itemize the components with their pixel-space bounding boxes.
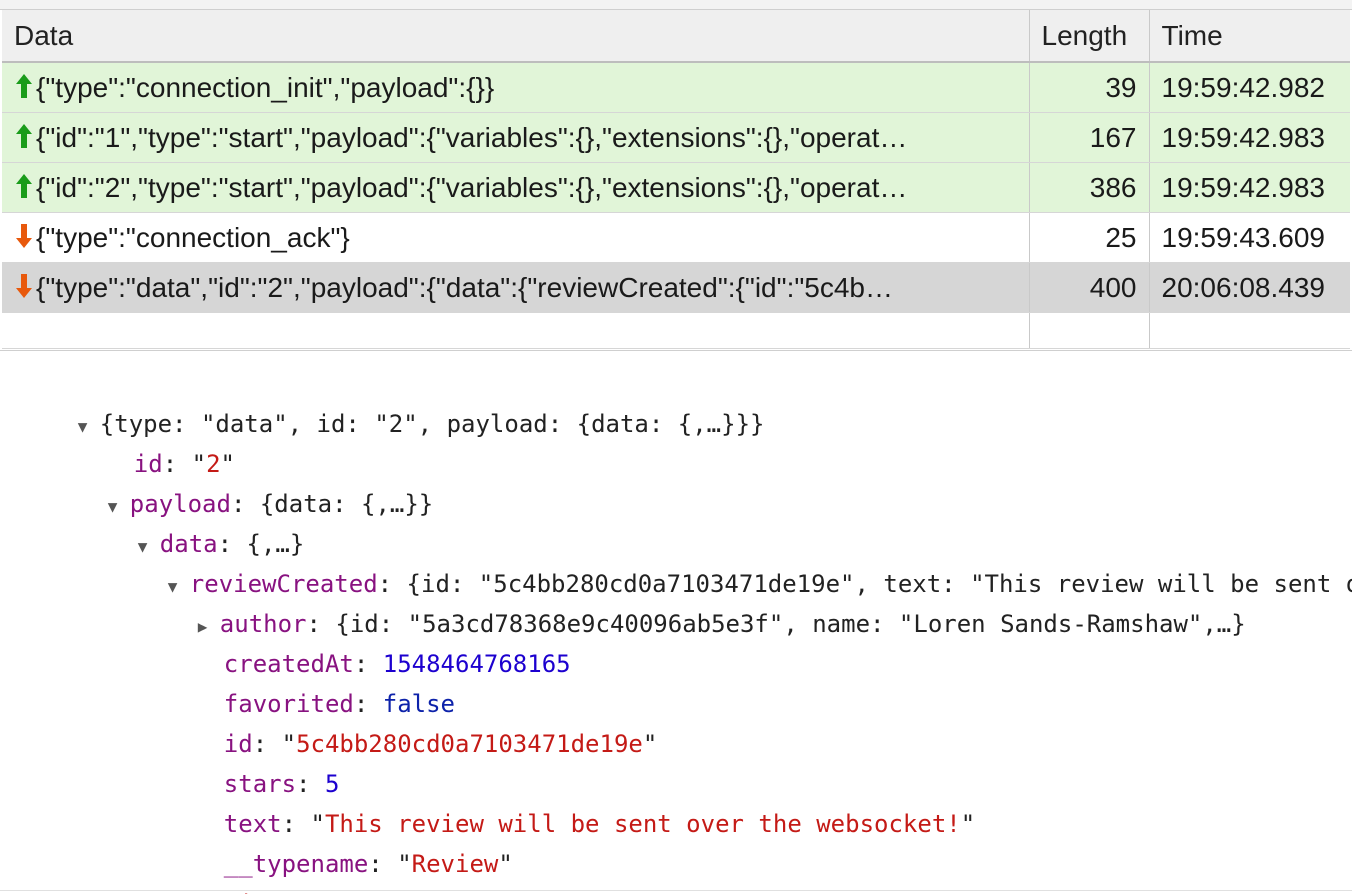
frame-time-cell[interactable]: 20:06:08.439 bbox=[1149, 262, 1350, 313]
frame-rows: {"type":"connection_init","payload":{}} 3… bbox=[2, 62, 1350, 349]
frame-row[interactable]: {"id":"1","type":"start","payload":{"var… bbox=[2, 112, 1350, 163]
received-arrow-icon bbox=[16, 223, 32, 248]
sent-arrow-icon bbox=[16, 123, 32, 148]
tree-node-created-at: createdAt: 1548464768165 bbox=[223, 650, 571, 678]
toolbar-strip bbox=[0, 0, 1352, 10]
column-header-length[interactable]: Length bbox=[1029, 10, 1150, 63]
frame-time-cell[interactable]: 19:59:42.983 bbox=[1149, 162, 1350, 213]
frame-length-cell[interactable]: 39 bbox=[1029, 62, 1150, 113]
empty-cell bbox=[2, 312, 1030, 349]
empty-row bbox=[2, 312, 1350, 349]
sent-arrow-icon bbox=[16, 73, 32, 98]
frame-row[interactable]: {"type":"connection_ack"} 25 19:59:43.609 bbox=[2, 212, 1350, 263]
tree-node-data[interactable]: ▼ data: {,…} bbox=[80, 484, 305, 558]
frame-data-text: {"type":"connection_init","payload":{}} bbox=[36, 71, 495, 103]
message-detail-tree: ▼ {type: "data", id: "2", payload: {data:… bbox=[0, 364, 1352, 894]
column-header-data[interactable]: Data bbox=[2, 10, 1030, 63]
panel-divider[interactable] bbox=[0, 350, 1352, 351]
frame-data-text: {"id":"2","type":"start","payload":{"var… bbox=[36, 171, 908, 203]
frames-table: Data Length Time {"type":"connection_ini… bbox=[2, 10, 1350, 349]
frame-data-cell[interactable]: {"id":"1","type":"start","payload":{"var… bbox=[2, 112, 1030, 163]
frame-time-cell[interactable]: 19:59:42.983 bbox=[1149, 112, 1350, 163]
sent-arrow-icon bbox=[16, 173, 32, 198]
frame-row[interactable]: {"id":"2","type":"start","payload":{"var… bbox=[2, 162, 1350, 213]
tree-node-text: text: "This review will be sent over the… bbox=[223, 810, 976, 838]
frame-data-text: {"type":"connection_ack"} bbox=[36, 221, 350, 253]
empty-cell bbox=[1149, 312, 1350, 349]
frame-time-cell[interactable]: 19:59:43.609 bbox=[1149, 212, 1350, 263]
tree-value: Review bbox=[411, 850, 499, 878]
frame-data-text: {"id":"1","type":"start","payload":{"var… bbox=[36, 121, 908, 153]
frame-length-cell[interactable]: 400 bbox=[1029, 262, 1150, 313]
frame-row[interactable]: {"type":"data","id":"2","payload":{"data… bbox=[2, 262, 1350, 313]
tree-node-stars: stars: 5 bbox=[223, 770, 340, 798]
table-header: Data Length Time bbox=[2, 10, 1350, 63]
tree-node-review-id: id: "5c4bb280cd0a7103471de19e" bbox=[223, 730, 658, 758]
tree-node-typename: __typename: "Review" bbox=[223, 850, 513, 878]
tree-node-id: id: "2" bbox=[133, 450, 235, 478]
bottom-border bbox=[0, 890, 1352, 891]
frame-data-cell[interactable]: {"type":"connection_init","payload":{}} bbox=[2, 62, 1030, 113]
tree-node-review-created[interactable]: ▼ reviewCreated: {id: "5c4bb280cd0a710347… bbox=[110, 524, 1352, 598]
frame-time-cell[interactable]: 19:59:42.982 bbox=[1149, 62, 1350, 113]
frame-data-cell[interactable]: {"id":"2","type":"start","payload":{"var… bbox=[2, 162, 1030, 213]
frame-length-cell[interactable]: 386 bbox=[1029, 162, 1150, 213]
tree-node-type: type: "data" bbox=[76, 844, 307, 894]
tree-node-payload[interactable]: ▼ payload: {data: {,…}} bbox=[50, 444, 433, 518]
column-header-time[interactable]: Time bbox=[1149, 10, 1350, 63]
tree-node-author[interactable]: ▶ author: {id: "5a3cd78368e9c40096ab5e3f"… bbox=[140, 564, 1246, 638]
tree-value: 5c4bb280cd0a7103471de19e bbox=[296, 730, 643, 758]
empty-cell bbox=[1029, 312, 1150, 349]
frame-length-cell[interactable]: 25 bbox=[1029, 212, 1150, 263]
frame-data-cell[interactable]: {"type":"data","id":"2","payload":{"data… bbox=[2, 262, 1030, 313]
frame-row[interactable]: {"type":"connection_init","payload":{}} 3… bbox=[2, 62, 1350, 113]
frame-length-cell[interactable]: 167 bbox=[1029, 112, 1150, 163]
frame-data-text: {"type":"data","id":"2","payload":{"data… bbox=[36, 271, 894, 303]
frame-data-cell[interactable]: {"type":"connection_ack"} bbox=[2, 212, 1030, 263]
tree-node-favorited: favorited: false bbox=[223, 690, 455, 718]
received-arrow-icon bbox=[16, 273, 32, 298]
tree-node-root[interactable]: ▼ {type: "data", id: "2", payload: {data:… bbox=[20, 364, 765, 438]
